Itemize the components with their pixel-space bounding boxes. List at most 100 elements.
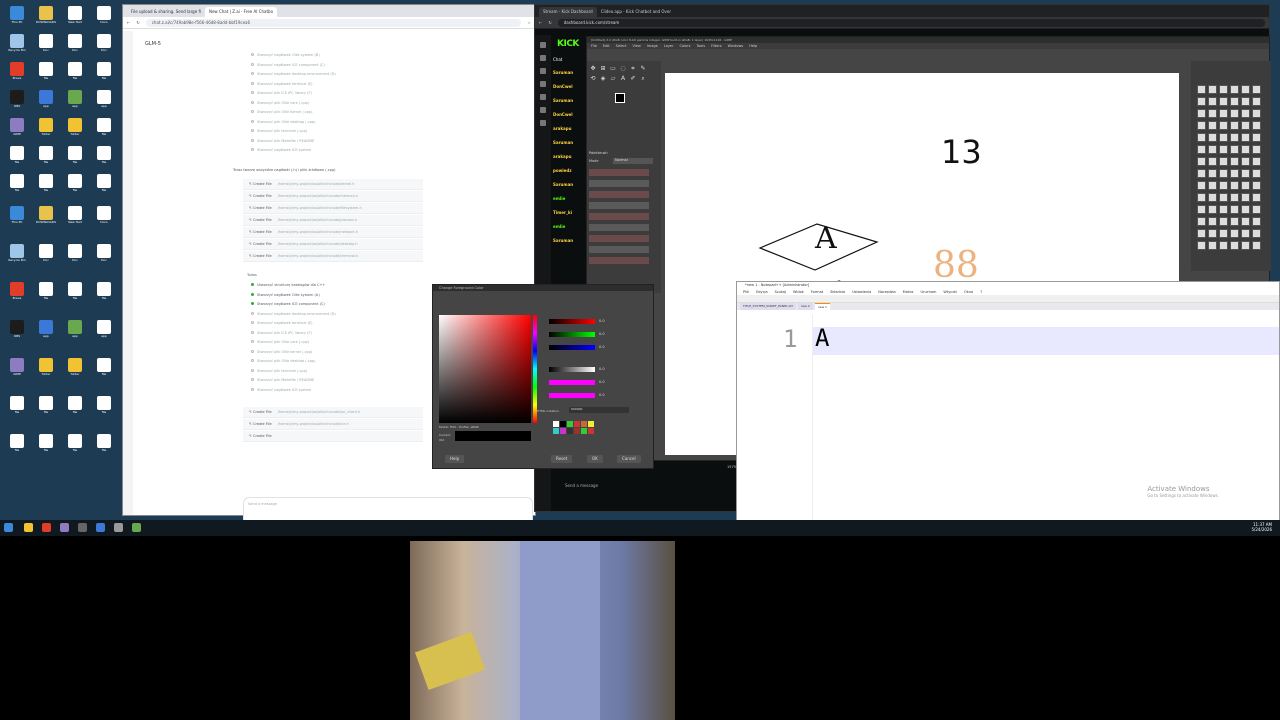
file-card[interactable]: ✎ Create File xyxy=(243,431,423,442)
brush-preset[interactable] xyxy=(1219,217,1228,226)
desktop-icon[interactable]: file xyxy=(33,62,59,80)
gimp-menu-item[interactable]: Image xyxy=(647,43,658,49)
address-input[interactable]: chat.z.ai/c/749ab98e-f566-46d8-8add-bbf1… xyxy=(145,18,522,27)
chat-username[interactable]: Timer_ki xyxy=(553,210,572,215)
npp-menu-item[interactable]: Okna xyxy=(964,289,973,295)
color-swatch[interactable] xyxy=(553,428,559,434)
gimp-menu-item[interactable]: Tools xyxy=(696,43,705,49)
back-icon[interactable]: ← xyxy=(127,20,130,25)
chat-username[interactable]: DonCwel xyxy=(553,84,573,89)
brush-preset[interactable] xyxy=(1252,133,1261,142)
brush-preset[interactable] xyxy=(1219,169,1228,178)
color-swatch[interactable] xyxy=(560,421,566,427)
hue-strip[interactable] xyxy=(533,315,537,423)
desktop-icon[interactable]: file xyxy=(62,174,88,192)
desktop-icon[interactable]: app xyxy=(62,320,88,338)
explorer-icon[interactable] xyxy=(24,523,33,532)
color-swatch[interactable] xyxy=(581,421,587,427)
brush-preset[interactable] xyxy=(1219,181,1228,190)
desktop-icon[interactable]: file xyxy=(91,396,117,414)
help-button[interactable]: Help xyxy=(445,455,465,463)
bucket-tool-icon[interactable]: ◈ xyxy=(599,75,607,83)
option-slider[interactable] xyxy=(589,257,649,264)
option-slider[interactable] xyxy=(589,191,649,198)
brush-preset[interactable] xyxy=(1197,217,1206,226)
npp-menu-item[interactable]: Makra xyxy=(903,289,914,295)
brush-preset[interactable] xyxy=(1241,97,1250,106)
html-notation-input[interactable]: 000000 xyxy=(569,407,629,413)
npp-menu-item[interactable]: Plik xyxy=(743,289,749,295)
brush-preset[interactable] xyxy=(1252,181,1261,190)
desktop-icon[interactable]: file xyxy=(4,434,30,452)
text-tool-icon[interactable]: A xyxy=(619,75,627,83)
foreground-color-swatch[interactable] xyxy=(615,93,625,103)
gimp-menu-item[interactable]: Layer xyxy=(664,43,674,49)
desktop-icon[interactable]: file xyxy=(91,174,117,192)
channel-slider[interactable] xyxy=(549,380,595,385)
move-tool-icon[interactable]: ✥ xyxy=(589,65,597,73)
analytics-icon[interactable] xyxy=(540,107,546,113)
paintbrush-tool-icon[interactable]: ✎ xyxy=(639,65,647,73)
brush-preset[interactable] xyxy=(1197,85,1206,94)
taskbar-clock[interactable]: 11:37 AM 5/24/2026 xyxy=(1251,522,1272,532)
brush-preset[interactable] xyxy=(1197,121,1206,130)
file-card[interactable]: ✎ Create File/home/z/my-project/os/ollie… xyxy=(243,203,423,214)
option-slider[interactable] xyxy=(589,180,649,187)
kick-address-input[interactable]: dashboard.kick.com/stream xyxy=(557,18,1265,27)
brush-preset[interactable] xyxy=(1241,109,1250,118)
users-icon[interactable] xyxy=(540,94,546,100)
npp-menu-item[interactable]: Uruchom xyxy=(920,289,936,295)
align-tool-icon[interactable]: ⊞ xyxy=(599,65,607,73)
gimp-menu-item[interactable]: Filters xyxy=(711,43,722,49)
channel-slider[interactable] xyxy=(549,367,595,372)
brush-preset[interactable] xyxy=(1208,241,1217,250)
brush-preset[interactable] xyxy=(1208,133,1217,142)
brush-preset[interactable] xyxy=(1252,193,1261,202)
desktop-icon[interactable]: folder xyxy=(33,118,59,136)
desktop-icon[interactable]: New Text xyxy=(62,206,88,224)
brush-preset[interactable] xyxy=(1252,85,1261,94)
option-slider[interactable] xyxy=(589,202,649,209)
chat-username[interactable]: Saruman xyxy=(553,238,573,243)
brush-preset[interactable] xyxy=(1230,205,1239,214)
channel-slider[interactable] xyxy=(549,332,595,337)
npp-menu-item[interactable]: Narzędzia xyxy=(878,289,895,295)
ok-button[interactable]: OK xyxy=(587,455,603,463)
desktop-icon[interactable]: Recycle Bin xyxy=(4,34,30,52)
app-icon[interactable] xyxy=(132,523,141,532)
brush-preset[interactable] xyxy=(1208,157,1217,166)
brush-preset[interactable] xyxy=(1197,229,1206,238)
file-card[interactable]: ✎ Create File/home/z/my-project/os/ollie… xyxy=(243,191,423,202)
brush-preset[interactable] xyxy=(1252,97,1261,106)
brush-preset[interactable] xyxy=(1230,217,1239,226)
brush-preset[interactable] xyxy=(1197,205,1206,214)
desktop-icon[interactable]: Doc xyxy=(62,34,88,52)
brush-preset[interactable] xyxy=(1219,205,1228,214)
desktop-icon[interactable]: app xyxy=(91,320,117,338)
mode-select[interactable]: Normal xyxy=(613,158,653,164)
file-card[interactable]: ✎ Create File/home/z/my-project/os/ollie… xyxy=(243,251,423,262)
brush-preset[interactable] xyxy=(1208,145,1217,154)
brush-preset[interactable] xyxy=(1230,145,1239,154)
channel-value[interactable]: 0.0 xyxy=(599,367,605,371)
settings-icon[interactable] xyxy=(540,81,546,87)
desktop-icon[interactable]: folder xyxy=(33,358,59,376)
tab-clideo[interactable]: Clideo.app - Kick Chatbot and Over xyxy=(597,7,675,17)
brush-preset[interactable] xyxy=(1252,157,1261,166)
desktop-icon[interactable]: This PC xyxy=(4,6,30,24)
desktop-icon[interactable]: file xyxy=(33,174,59,192)
desktop-icon[interactable]: app xyxy=(33,90,59,108)
desktop-icon[interactable]: Doc xyxy=(91,244,117,262)
desktop-icon[interactable]: Docs xyxy=(91,6,117,24)
brush-preset[interactable] xyxy=(1197,133,1206,142)
desktop-icon[interactable]: Docs xyxy=(91,206,117,224)
brush-preset[interactable] xyxy=(1197,109,1206,118)
chat-username[interactable]: arakapu xyxy=(553,126,571,131)
brush-preset[interactable] xyxy=(1252,241,1261,250)
brush-preset[interactable] xyxy=(1241,193,1250,202)
brush-preset[interactable] xyxy=(1241,85,1250,94)
brush-preset[interactable] xyxy=(1197,169,1206,178)
tab-new-chat[interactable]: New Chat | Z.ai - Free AI Chatbo xyxy=(204,7,278,17)
brush-preset[interactable] xyxy=(1241,121,1250,130)
desktop-icon[interactable]: file xyxy=(4,174,30,192)
